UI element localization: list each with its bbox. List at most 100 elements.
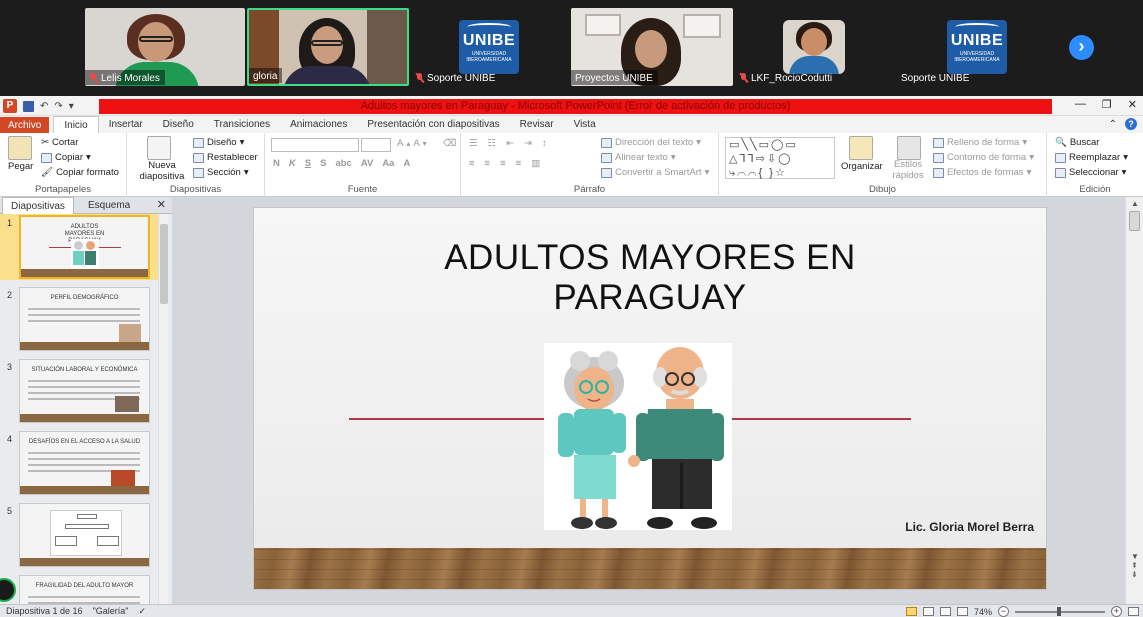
slide-scrollbar[interactable]: ▲ ▼ ⇞ ⇟ <box>1125 197 1143 604</box>
indent-icon[interactable]: ⇤ <box>506 138 514 149</box>
tab-revisar[interactable]: Revisar <box>510 116 564 133</box>
case-icon[interactable]: Aa <box>382 158 394 169</box>
paste-button[interactable]: Pegar <box>8 161 33 172</box>
align-right-icon[interactable]: ≡ <box>500 158 506 169</box>
redo-icon[interactable]: ↷ <box>54 101 62 112</box>
bold-icon[interactable]: N <box>273 158 280 169</box>
fit-to-window-icon[interactable] <box>1128 607 1139 616</box>
normal-view-icon[interactable] <box>905 607 917 616</box>
shape-outline-button[interactable]: Contorno de forma ▾ <box>933 152 1034 163</box>
slide-thumbnail-2[interactable]: 2 PERFIL DEMOGRÁFICO <box>0 286 158 352</box>
scroll-thumb[interactable] <box>1129 211 1140 231</box>
quick-styles-button[interactable]: Estilos rápidos <box>889 159 927 181</box>
spellcheck-icon[interactable]: ✓ <box>138 606 146 617</box>
paste-icon[interactable] <box>8 136 32 160</box>
list-buttons[interactable]: ☰ ☷ ⇤ ⇥ ↕ <box>469 138 547 149</box>
slideshow-icon[interactable] <box>956 607 968 616</box>
participant-tile[interactable]: LKF_RocioCodutti <box>735 8 895 86</box>
format-painter-button[interactable]: 🖌 Copiar formato <box>41 167 119 178</box>
slide-thumbnail-3[interactable]: 3 SITUACIÓN LABORAL Y ECONÓMICA <box>0 358 158 424</box>
font-color-icon[interactable]: A <box>403 158 410 169</box>
zoom-out-icon[interactable]: − <box>998 606 1009 617</box>
line-spacing-icon[interactable]: ↕ <box>542 138 547 149</box>
outdent-icon[interactable]: ⇥ <box>524 138 532 149</box>
align-buttons[interactable]: ≡ ≡ ≡ ≡ ▥ <box>469 158 540 169</box>
slide-author[interactable]: Lic. Gloria Morel Berra <box>905 520 1034 534</box>
section-button[interactable]: Sección ▾ <box>193 167 249 178</box>
italic-icon[interactable]: K <box>289 158 296 169</box>
clear-format-icon[interactable]: ⌫ <box>443 138 456 149</box>
thumbnails-scrollbar[interactable] <box>158 214 168 604</box>
elderly-couple-illustration[interactable] <box>544 343 732 530</box>
zoom-level[interactable]: 74% <box>974 607 992 617</box>
slide-title[interactable]: ADULTOS MAYORES EN PARAGUAY <box>254 238 1046 318</box>
font-size-combo[interactable] <box>361 138 391 152</box>
tab-insertar[interactable]: Insertar <box>99 116 153 133</box>
slide-thumbnail-4[interactable]: 4 DESAFÍOS EN EL ACCESO A LA SALUD <box>0 430 158 496</box>
zoom-slider[interactable] <box>1015 606 1105 616</box>
participant-tile-active[interactable]: gloria <box>247 8 409 86</box>
tab-transiciones[interactable]: Transiciones <box>204 116 280 133</box>
underline-icon[interactable]: S <box>305 158 311 169</box>
cut-button[interactable]: ✂ Cortar <box>41 137 78 148</box>
columns-icon[interactable]: ▥ <box>531 158 540 169</box>
char-spacing-icon[interactable]: abc <box>335 158 351 169</box>
new-slide-icon[interactable] <box>147 136 171 160</box>
align-text-button[interactable]: Alinear texto ▾ <box>601 152 676 163</box>
participant-tile[interactable]: Lelis Morales <box>85 8 245 86</box>
align-left-icon[interactable]: ≡ <box>469 158 475 169</box>
reading-view-icon[interactable] <box>939 607 951 616</box>
layout-button[interactable]: Diseño ▾ <box>193 137 244 148</box>
scroll-up-icon[interactable]: ▲ <box>1131 199 1139 208</box>
select-button[interactable]: Seleccionar ▾ <box>1055 167 1126 178</box>
tab-esquema[interactable]: Esquema <box>80 197 138 214</box>
font-name-combo[interactable] <box>271 138 359 152</box>
arrange-icon[interactable] <box>849 136 873 160</box>
scroll-down-icon[interactable]: ▼ ⇞ ⇟ <box>1131 552 1139 579</box>
replace-button[interactable]: Reemplazar ▾ <box>1055 152 1128 163</box>
powerpoint-logo-icon[interactable]: P <box>3 99 17 113</box>
new-slide-button[interactable]: Nueva diapositiva <box>135 160 189 182</box>
copy-button[interactable]: Copiar ▾ <box>41 152 91 163</box>
participant-tile[interactable]: Proyectos UNIBE <box>571 8 733 86</box>
font-format-buttons[interactable]: N K S S abc AV Aa A <box>273 158 410 169</box>
tab-inicio[interactable]: Inicio <box>53 116 99 133</box>
participant-tile[interactable]: UNIBE UNIVERSIDAD IBEROAMERICANA Soporte… <box>897 8 1057 86</box>
spacing-icon[interactable]: AV <box>361 158 374 169</box>
slide-sorter-icon[interactable] <box>922 607 934 616</box>
text-direction-button[interactable]: Dirección del texto ▾ <box>601 137 701 148</box>
slide-thumbnail-1[interactable]: 1 ADULTOS MAYORES EN PARAGUAY <box>0 214 158 280</box>
tab-presentacion[interactable]: Presentación con diapositivas <box>357 116 509 133</box>
tab-vista[interactable]: Vista <box>564 116 606 133</box>
quick-styles-icon[interactable] <box>897 136 921 160</box>
maximize-icon[interactable]: ❐ <box>1102 98 1112 111</box>
tab-diapositivas[interactable]: Diapositivas <box>2 197 74 214</box>
tab-animaciones[interactable]: Animaciones <box>280 116 357 133</box>
strikethrough-icon[interactable]: S <box>320 158 326 169</box>
font-grow-icon[interactable]: A ▴ A ▾ <box>397 138 427 149</box>
align-center-icon[interactable]: ≡ <box>485 158 491 169</box>
justify-icon[interactable]: ≡ <box>516 158 522 169</box>
shapes-gallery[interactable]: ▭╲╲▭◯▭ △⅂⅂⇨⇩◯ ⤷⌒⌒{ }☆ <box>725 137 835 179</box>
help-icon[interactable]: ? <box>1125 118 1137 130</box>
save-icon[interactable] <box>23 100 34 112</box>
numbering-icon[interactable]: ☷ <box>488 138 497 149</box>
chevron-right-icon[interactable]: › <box>1069 35 1094 60</box>
reset-button[interactable]: Restablecer <box>193 152 258 163</box>
find-button[interactable]: 🔍 Buscar <box>1055 137 1099 148</box>
tab-archivo[interactable]: Archivo <box>0 117 50 133</box>
close-icon[interactable]: ✕ <box>157 198 166 211</box>
bullets-icon[interactable]: ☰ <box>469 138 478 149</box>
zoom-in-icon[interactable]: + <box>1111 606 1122 617</box>
participant-tile[interactable]: UNIBE UNIVERSIDAD IBEROAMERICANA Soporte… <box>411 8 569 86</box>
smartart-button[interactable]: Convertir a SmartArt ▾ <box>601 167 709 178</box>
minimize-ribbon-icon[interactable]: ⌃ <box>1109 119 1117 130</box>
tab-diseno[interactable]: Diseño <box>153 116 204 133</box>
close-icon[interactable]: ✕ <box>1128 98 1137 111</box>
undo-icon[interactable]: ↶ <box>40 101 48 112</box>
slide-thumbnail-6[interactable]: 6 FRAGILIDAD DEL ADULTO MAYOR <box>0 574 158 604</box>
minimize-icon[interactable]: — <box>1075 98 1086 111</box>
customize-toolbar-icon[interactable]: ▾ <box>69 101 74 112</box>
slide-thumbnail-5[interactable]: 5 <box>0 502 158 568</box>
current-slide[interactable]: ADULTOS MAYORES EN PARAGUAY Lic. Gloria … <box>253 207 1047 590</box>
